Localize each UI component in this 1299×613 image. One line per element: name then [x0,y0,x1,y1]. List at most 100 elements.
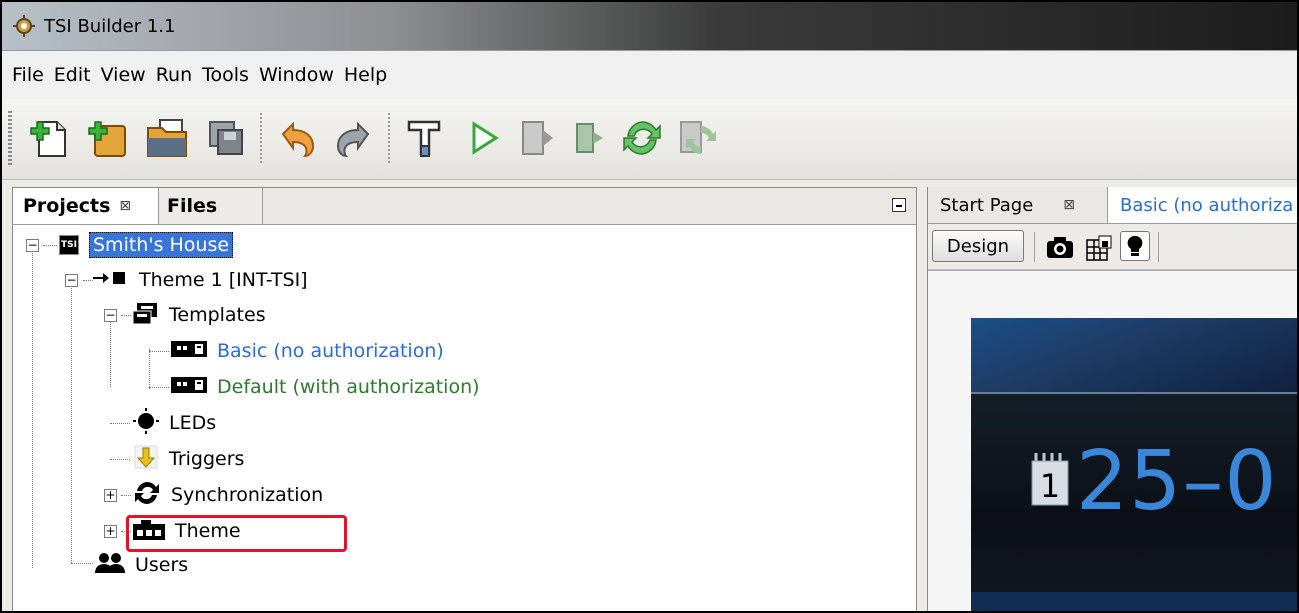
tree-guide-line [43,245,57,246]
trigger-icon [133,444,159,475]
tree-item-template-basic[interactable]: Basic (no authorization) [171,336,444,366]
lightbulb-icon [1127,235,1143,256]
tree-item-label: Templates [169,304,266,326]
design-canvas[interactable]: 1 25–0 [928,270,1297,611]
application-window: TSI Builder 1.1 File Edit View Run Tools… [0,0,1299,613]
tree-guide-line [71,280,72,563]
tree-item-triggers[interactable]: Triggers [133,444,244,474]
led-icon [133,407,159,439]
template-icon [171,339,207,364]
save-all-button[interactable] [199,111,253,165]
expand-toggle[interactable]: + [104,489,117,502]
title-bar: TSI Builder 1.1 [2,2,1297,50]
tree-guide-line [110,459,130,460]
tree-item-synchronization[interactable]: Synchronization [133,480,323,510]
run-button[interactable] [457,111,511,165]
download-button[interactable] [562,111,616,165]
sync-icon [623,121,661,155]
tree-item-label: Triggers [169,448,245,470]
open-project-button[interactable] [140,111,194,165]
menu-file[interactable]: File [8,64,50,86]
run-icon [472,121,499,155]
new-file-button[interactable] [22,111,76,165]
minimize-panel-button[interactable] [892,198,906,212]
tree-guide-line [149,351,169,352]
build-icon [407,120,441,157]
preview-date-area: 1 25–0 [971,392,1297,594]
tab-close-icon[interactable]: ⊠ [119,198,131,214]
tab-basic-template[interactable]: Basic (no authoriza [1108,187,1297,223]
window-title: TSI Builder 1.1 [44,15,176,37]
menu-bar: File Edit View Run Tools Window Help [2,50,1297,100]
tree-guide-line [121,315,131,316]
theme-link-icon [93,269,129,291]
collapse-toggle[interactable]: − [26,239,39,252]
preview-footer [971,592,1297,611]
stop-button[interactable] [510,111,564,165]
menu-run[interactable]: Run [152,64,198,86]
expand-toggle[interactable]: + [104,525,117,538]
stop-icon [522,121,553,155]
menu-tools[interactable]: Tools [198,64,255,86]
sync-icon [133,479,161,512]
tsi-project-icon: TSI [59,235,79,255]
download-icon [576,123,603,153]
tree-item-users[interactable]: Users [95,550,188,580]
tree-guide-line [110,423,130,424]
tab-basic-label: Basic (no authoriza [1120,194,1294,216]
lightbulb-toggle-button[interactable] [1120,231,1150,261]
redo-button[interactable] [327,111,381,165]
collapse-toggle[interactable]: − [104,309,117,322]
app-logo-icon [13,15,35,37]
tree-item-leds[interactable]: LEDs [133,407,216,439]
menu-window[interactable]: Window [255,64,340,86]
tab-start-page[interactable]: Start Page ⊠ [928,187,1108,223]
tree-guide-line [121,495,131,496]
tree-item-templates[interactable]: Templates [132,300,266,330]
preview-date: 25–0 [1076,434,1278,529]
tab-projects-label: Projects [23,195,111,217]
undo-button[interactable] [270,111,324,165]
grid-lock-icon[interactable] [1085,234,1113,262]
tab-close-icon[interactable]: ⊠ [1063,197,1075,213]
tree-item-label: Synchronization [171,484,324,506]
tree-guide-line [149,387,169,388]
menu-view[interactable]: View [97,64,152,86]
tree-item-label: Basic (no authorization) [217,340,444,362]
highlight-annotation [126,515,347,552]
toolbar-separator [1158,232,1159,262]
design-button[interactable]: Design [932,230,1024,262]
sync-all-button[interactable] [670,111,724,165]
tree-item-label: Default (with authorization) [217,376,480,398]
toolbar-separator [388,113,390,165]
sync-disabled-icon [680,121,716,154]
tab-projects[interactable]: Projects ⊠ [13,188,159,224]
tree-item-project[interactable]: TSI Smith's House [59,230,234,260]
tab-start-page-label: Start Page [940,194,1034,216]
tree-guide-line [83,280,93,281]
tree-item-label: Theme 1 [INT-TSI] [139,269,308,291]
project-tree: − − − + + TSI Smith's House Theme 1 [INT… [13,224,916,611]
editor-tab-row: Start Page ⊠ Basic (no authoriza [928,187,1297,224]
tree-guide-line [110,315,111,387]
menu-edit[interactable]: Edit [50,64,97,86]
calendar-icon: 1 [1031,453,1069,506]
template-icon [171,375,207,400]
build-button[interactable] [398,111,452,165]
sync-button[interactable] [615,111,669,165]
save-all-icon [209,121,243,155]
collapse-toggle[interactable]: − [65,274,78,287]
tree-item-theme-1[interactable]: Theme 1 [INT-TSI] [93,265,308,295]
projects-panel: Projects ⊠ Files − − − + + TSI Smith's H… [12,187,917,611]
toolbar-grip[interactable] [8,111,12,167]
menu-help[interactable]: Help [340,64,393,86]
new-project-button[interactable] [80,111,134,165]
tree-item-template-default[interactable]: Default (with authorization) [171,372,480,402]
templates-icon [132,301,159,330]
users-icon [95,551,125,580]
camera-icon[interactable] [1045,236,1075,260]
open-project-icon [147,119,187,157]
toolbar [2,99,1297,180]
tree-item-label: Smith's House [89,232,234,258]
tab-files[interactable]: Files [159,188,263,224]
